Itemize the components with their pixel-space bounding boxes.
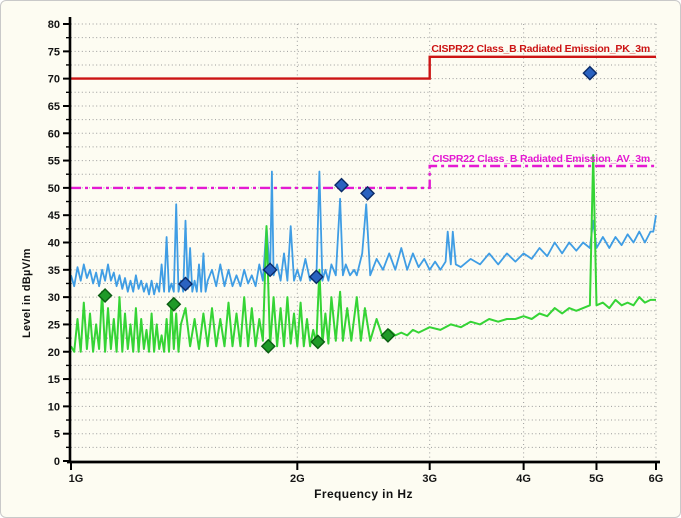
y-tick-label: 45 (48, 210, 60, 222)
average-marker (262, 340, 275, 353)
y-tick-label: 70 (48, 74, 60, 86)
y-axis-title: Level in dBµV/m (21, 248, 33, 338)
y-tick-label: 35 (48, 265, 60, 277)
x-axis-title: Frequency in Hz (71, 487, 656, 501)
average-trace (71, 155, 656, 352)
y-tick-label: 0 (54, 456, 60, 468)
peak-limit-line (71, 57, 656, 79)
chart-frame: 0 5 10 15 20 25 30 35 40 45 50 55 60 65 70 75 80 1G 2G 3G 4G… (0, 0, 681, 518)
average-limit-line (71, 166, 656, 188)
peak-marker (179, 278, 192, 291)
average-marker (167, 298, 180, 311)
average-limit-label: CISPR22 Class_B Radiated Emission_AV_3m (432, 153, 650, 165)
y-tick-label: 65 (48, 101, 60, 113)
y-tick-label: 55 (48, 156, 60, 168)
x-tick-label: 5G (589, 473, 604, 485)
x-tick-label: 4G (516, 473, 531, 485)
x-tick-label: 1G (69, 473, 84, 485)
y-tick-label: 25 (48, 319, 60, 331)
y-tick-label: 15 (48, 374, 60, 386)
x-tick-label: 3G (422, 473, 437, 485)
y-tick-label: 10 (48, 401, 60, 413)
emissions-chart: 0 5 10 15 20 25 30 35 40 45 50 55 60 65 70 75 80 1G 2G 3G 4G… (1, 1, 681, 518)
y-tick-label: 20 (48, 347, 60, 359)
y-tick-label: 30 (48, 292, 60, 304)
y-tick-label: 60 (48, 128, 60, 140)
y-tick-label: 80 (48, 19, 60, 31)
y-tick-label: 5 (54, 429, 60, 441)
y-tick-label: 40 (48, 238, 60, 250)
peak-limit-label: CISPR22 Class_B Radiated Emission_PK_3m (431, 43, 650, 55)
x-tick-label: 2G (290, 473, 305, 485)
y-tick-label: 50 (48, 183, 60, 195)
average-marker (381, 329, 394, 342)
peak-marker (583, 67, 596, 80)
average-marker (99, 289, 112, 302)
peak-marker (310, 270, 323, 283)
x-tick-label: 6G (649, 473, 664, 485)
y-tick-label: 75 (48, 46, 60, 58)
peak-marker (335, 179, 348, 192)
